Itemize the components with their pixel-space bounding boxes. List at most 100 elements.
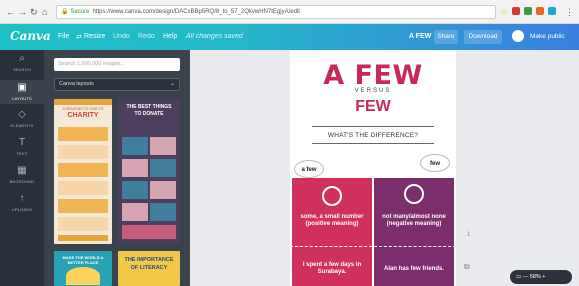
- layouts-select-value: Canva layouts: [59, 81, 94, 87]
- right-panel[interactable]: not many/almost none (negative meaning) …: [374, 178, 454, 286]
- thumb-block: [122, 137, 148, 155]
- text-icon: T: [18, 137, 26, 148]
- extension-icon[interactable]: [512, 7, 520, 15]
- design-versus[interactable]: VERSUS: [290, 88, 456, 94]
- saved-status: All changes saved: [186, 33, 243, 40]
- star-icon[interactable]: ☆: [500, 7, 508, 17]
- layouts-select[interactable]: Canva layouts ⌄: [54, 78, 180, 91]
- design-heading-few[interactable]: FEW: [290, 98, 456, 116]
- share-button[interactable]: Share: [434, 30, 458, 44]
- thumb-block: [58, 217, 108, 231]
- layout-thumbnail[interactable]: THE BEST THINGS TO DONATE: [118, 99, 180, 244]
- design-title[interactable]: A FEW: [409, 33, 431, 40]
- page-number: 1: [467, 232, 471, 238]
- magnifier-icon: [404, 184, 424, 204]
- zoom-level: — 58% +: [522, 274, 546, 280]
- thumb-block: [122, 181, 148, 199]
- thumb-block: [150, 159, 176, 177]
- menu-resize[interactable]: Resize: [84, 33, 105, 40]
- rail-text[interactable]: T TEXT: [0, 138, 44, 162]
- secure-label: Secure: [70, 9, 90, 15]
- thumb-block: [58, 163, 108, 177]
- thumb-block: [122, 159, 148, 177]
- back-icon[interactable]: ←: [6, 7, 15, 17]
- layouts-icon: ▣: [17, 82, 27, 93]
- chevron-down-icon: ⌄: [169, 81, 175, 87]
- divider: [312, 126, 434, 127]
- dashed-divider: [290, 246, 456, 247]
- rail-label: SEARCH: [13, 67, 31, 72]
- menu-undo[interactable]: Undo: [113, 33, 130, 40]
- rail-label: UPLOADS: [11, 207, 33, 212]
- avatar[interactable]: [512, 30, 524, 42]
- menu-resize-icon: ⇄: [76, 34, 82, 41]
- rail-label: BKGROUND: [9, 179, 35, 184]
- side-rail: ⌕ SEARCH ▣ LAYOUTS ◇ ELEMENTS T TEXT ▦ B…: [0, 50, 44, 286]
- design-heading-a-few[interactable]: A FEW: [290, 60, 456, 91]
- present-icon[interactable]: ▭: [516, 274, 523, 280]
- left-example[interactable]: I spent a few days in Surabaya.: [292, 262, 372, 276]
- download-button[interactable]: Download: [464, 30, 502, 44]
- browser-bar: ← → ↻ ⌂ 🔒 Secure https://www.canva.com/des…: [0, 0, 579, 24]
- thumb-text: 5 REASONS TO GIVE TO: [62, 107, 104, 111]
- design-page[interactable]: A FEW VERSUS FEW WHAT'S THE DIFFERENCE? …: [290, 50, 456, 286]
- background-icon: ▦: [17, 165, 27, 176]
- speech-bubble-a-few[interactable]: a few: [294, 160, 324, 178]
- right-example[interactable]: Alan has few friends.: [374, 266, 454, 273]
- menu-help[interactable]: Help: [163, 33, 177, 40]
- layout-thumbnail[interactable]: MAKE THE WORLD A BETTER PLACE: [54, 251, 112, 286]
- thumb-text: CHARITY: [67, 112, 99, 119]
- canva-topbar: Canva File ⇄ Resize Undo Redo Help All c…: [0, 24, 579, 50]
- extension-icon[interactable]: [524, 7, 532, 15]
- address-bar[interactable]: 🔒 Secure https://www.canva.com/design/DACx…: [56, 5, 496, 19]
- rail-elements[interactable]: ◇ ELEMENTS: [0, 110, 44, 134]
- lock-icon: 🔒: [61, 9, 69, 15]
- left-meaning[interactable]: some, a small number (positive meaning): [292, 214, 372, 228]
- thumb-text: TO DONATE: [134, 111, 164, 117]
- rail-background[interactable]: ▦ BKGROUND: [0, 166, 44, 190]
- upload-icon: ↑: [19, 193, 25, 204]
- thumb-block: [150, 181, 176, 199]
- image-search-input[interactable]: Search 1,000,000 images...: [54, 58, 180, 71]
- rail-uploads[interactable]: ↑ UPLOADS: [0, 194, 44, 218]
- left-panel[interactable]: some, a small number (positive meaning) …: [292, 178, 372, 286]
- thumb-block: [58, 145, 108, 159]
- thumb-block: [58, 199, 108, 213]
- zoom-control[interactable]: ▭ — 58% +: [510, 270, 572, 284]
- extension-icon[interactable]: [548, 7, 556, 15]
- thumb-block: [58, 127, 108, 141]
- thumb-text: THE BEST THINGS: [126, 104, 172, 110]
- duplicate-page-icon[interactable]: ⧉: [464, 262, 470, 272]
- speech-bubble-few[interactable]: few: [420, 154, 450, 172]
- home-icon[interactable]: ⌂: [42, 7, 47, 17]
- rail-label: TEXT: [16, 151, 28, 156]
- url-text: https://www.canva.com/design/DACxBBp5RQ/…: [92, 9, 300, 15]
- elements-icon: ◇: [18, 109, 26, 120]
- thumb-block: [150, 203, 176, 221]
- rail-search[interactable]: ⌕ SEARCH: [0, 54, 44, 78]
- extension-icon[interactable]: [536, 7, 544, 15]
- rail-label: LAYOUTS: [12, 96, 32, 101]
- layout-thumbnail[interactable]: THE IMPORTANCE OF LITERACY: [118, 251, 180, 286]
- thumb-band: [54, 99, 112, 105]
- browser-menu-icon[interactable]: ⋮: [565, 7, 574, 17]
- thumb-block: [58, 181, 108, 195]
- canvas-workspace: A FEW VERSUS FEW WHAT'S THE DIFFERENCE? …: [190, 50, 579, 286]
- make-public-button[interactable]: Make public: [530, 33, 565, 40]
- divider: [312, 143, 434, 144]
- right-meaning[interactable]: not many/almost none (negative meaning): [374, 214, 454, 228]
- search-icon: ⌕: [19, 53, 25, 64]
- design-question[interactable]: WHAT'S THE DIFFERENCE?: [290, 132, 456, 139]
- thumb-block: [66, 267, 100, 285]
- thumb-text: MAKE THE WORLD A BETTER PLACE: [62, 255, 104, 265]
- forward-icon[interactable]: →: [18, 7, 27, 17]
- layout-thumbnail[interactable]: 5 REASONS TO GIVE TO CHARITY: [54, 99, 112, 244]
- thumb-text: THE IMPORTANCE: [124, 257, 174, 263]
- thumb-text: OF LITERACY: [130, 265, 168, 271]
- rail-layouts[interactable]: ▣ LAYOUTS: [0, 80, 44, 104]
- menu-file[interactable]: File: [58, 33, 69, 40]
- menu-redo[interactable]: Redo: [138, 33, 155, 40]
- reload-icon[interactable]: ↻: [30, 7, 38, 17]
- canva-logo[interactable]: Canva: [10, 29, 51, 43]
- lightbulb-icon: [322, 186, 342, 206]
